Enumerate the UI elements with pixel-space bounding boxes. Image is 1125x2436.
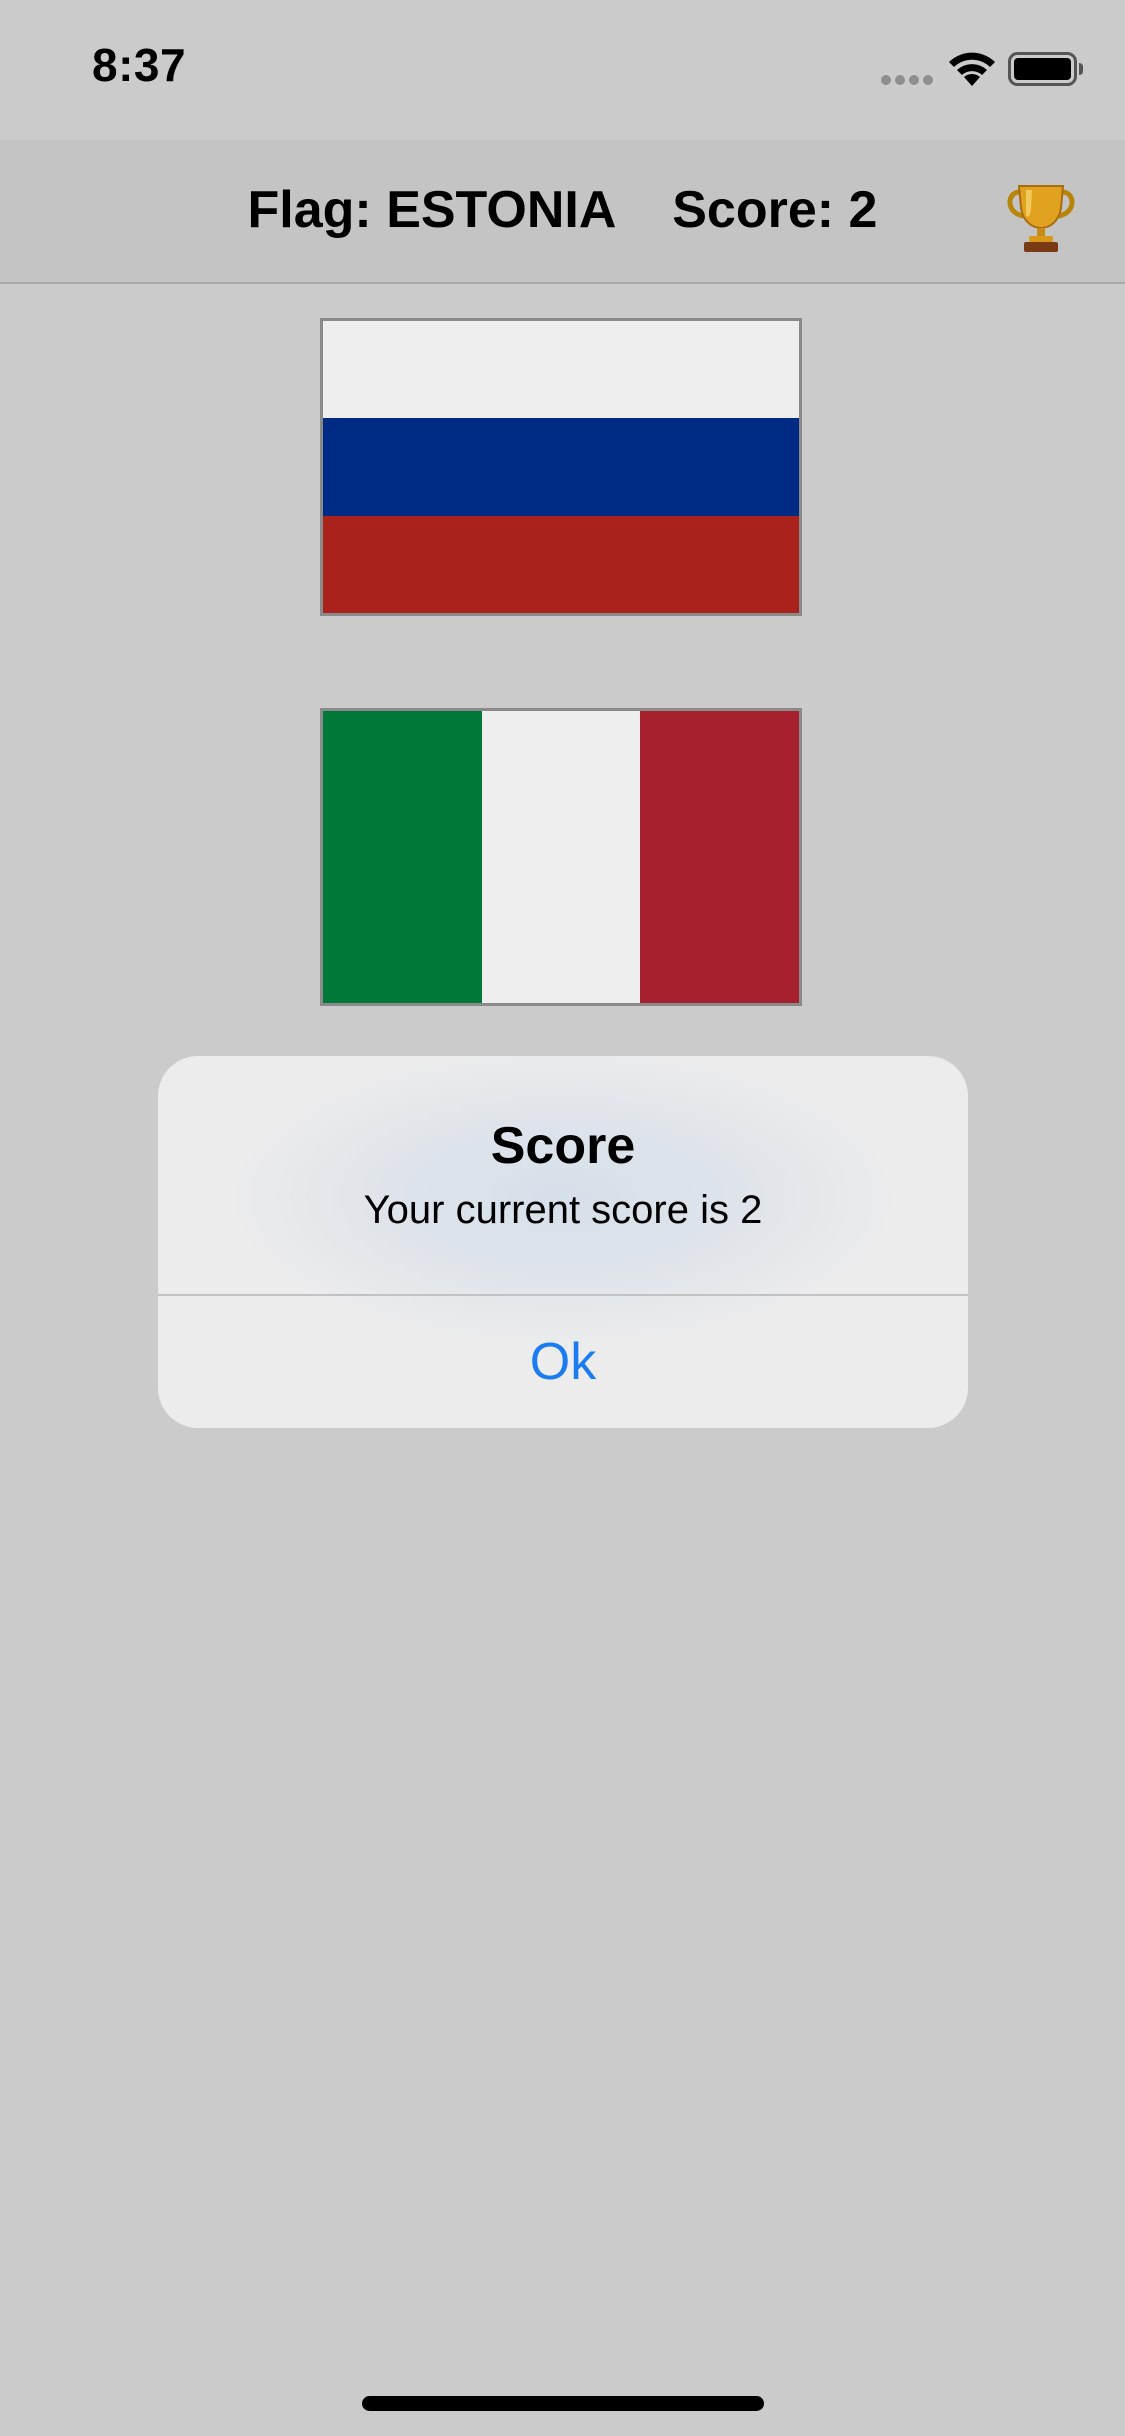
flag-stripe-red [323,515,799,613]
score-alert: Score Your current score is 2 Ok [158,1056,968,1428]
flag-stripe-white [481,711,641,1003]
flag-stripe-green [323,711,482,1003]
cellular-dots-icon [881,75,933,85]
ok-button[interactable]: Ok [158,1296,968,1428]
home-indicator[interactable] [362,2396,764,2411]
flag-stripe-white [323,321,799,419]
flag-option-italy[interactable] [320,708,802,1006]
flag-stripe-blue [323,418,799,516]
alert-message: Your current score is 2 [363,1188,763,1232]
nav-title: Flag: ESTONIA Score: 2 [247,181,878,239]
trophy-icon[interactable] [1004,180,1078,254]
status-bar: 8:37 [0,0,1125,140]
alert-title: Score [490,1117,636,1175]
flag-stripe-red [640,711,799,1003]
navigation-bar: Flag: ESTONIA Score: 2 [0,140,1125,284]
battery-icon [1008,52,1083,86]
flag-option-russia[interactable] [320,318,802,616]
status-time: 8:37 [92,39,187,91]
wifi-icon [949,52,995,86]
